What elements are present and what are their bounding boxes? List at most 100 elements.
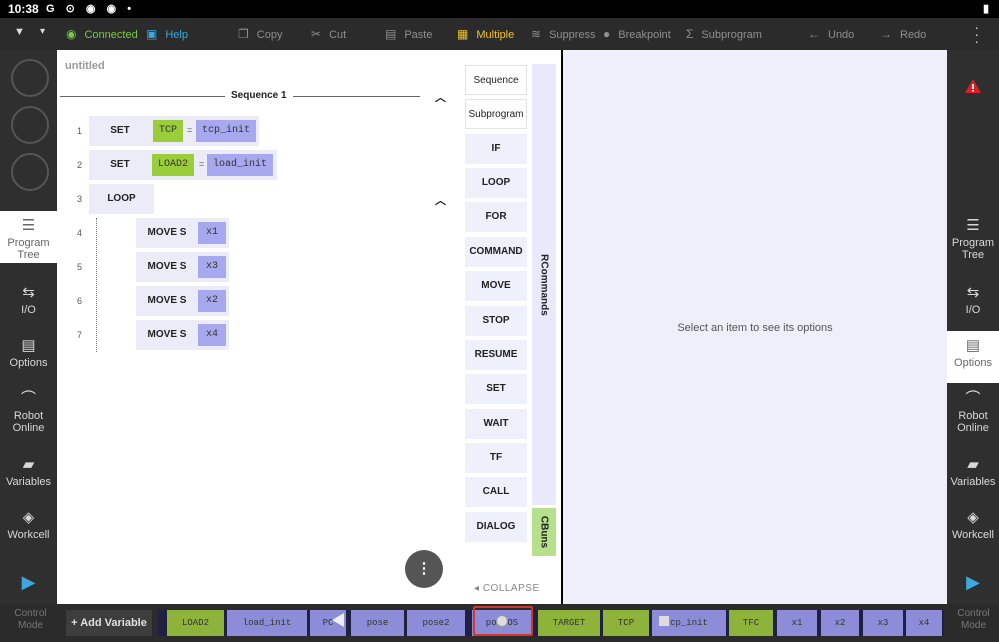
status-circle-2 <box>11 106 49 144</box>
move-s-label[interactable]: MOVE S <box>136 252 198 282</box>
variable-chip[interactable]: load_init <box>227 610 307 636</box>
waypoint-chip[interactable]: x4 <box>198 324 226 346</box>
caret-left-icon: ◂ <box>474 583 483 594</box>
robot-arm-icon: ⌒ <box>20 390 36 407</box>
variable-chip[interactable]: TFC <box>729 610 773 636</box>
palette-sequence-button[interactable]: Sequence <box>465 65 527 95</box>
connected-status[interactable]: ◉ Connected <box>66 27 138 41</box>
program-line-6[interactable]: 6 MOVE S x2 <box>57 286 237 316</box>
control-mode-left[interactable]: Control Mode <box>2 608 59 632</box>
nav-options[interactable]: ▤ Options <box>0 331 57 383</box>
waypoint-chip[interactable]: x1 <box>198 222 226 244</box>
variable-chip[interactable]: TCP <box>153 120 184 142</box>
value-chip[interactable]: load_init <box>207 154 274 176</box>
palette-loop-button[interactable]: LOOP <box>465 168 527 198</box>
waypoint-chip[interactable]: x3 <box>198 256 226 278</box>
warning-icon[interactable] <box>947 62 999 110</box>
nav-workcell-right[interactable]: ◈ Workcell <box>947 503 999 555</box>
shield-icon: ◈ <box>967 509 979 526</box>
cut-button[interactable]: ✂ Cut <box>311 27 346 41</box>
variable-chip[interactable]: pose <box>351 610 404 636</box>
waypoint-chip[interactable]: x2 <box>198 290 226 312</box>
palette-set-button[interactable]: SET <box>465 374 527 404</box>
variable-chip[interactable]: TCP <box>603 610 649 636</box>
status-circle-3 <box>11 153 49 191</box>
program-line-2[interactable]: 2 SET LOAD2 = load_init <box>57 150 297 180</box>
program-line-1[interactable]: 1 SET TCP = tcp_init <box>57 116 297 146</box>
nav-options-right[interactable]: ▤ Options <box>947 331 999 383</box>
add-variable-button[interactable]: + Add Variable <box>66 610 152 636</box>
nav-robot-online-right[interactable]: ⌒ Robot Online <box>947 384 999 436</box>
move-s-label[interactable]: MOVE S <box>136 286 198 316</box>
sequence-label[interactable]: Sequence 1 <box>225 90 293 101</box>
download-icon: ▾ <box>40 26 46 37</box>
variable-chip[interactable]: x4 <box>906 610 942 636</box>
move-s-label[interactable]: MOVE S <box>136 320 198 350</box>
nav-robot-online[interactable]: ⌒ Robot Online <box>0 384 57 436</box>
suppress-icon: ≋ <box>531 27 542 41</box>
palette-dialog-button[interactable]: DIALOG <box>465 512 527 542</box>
variable-chip[interactable]: TARGET <box>538 610 600 636</box>
nav-io[interactable]: ⇆ I/O <box>0 278 57 330</box>
chevron-up-icon[interactable]: ︿ <box>435 192 446 208</box>
nav-workcell[interactable]: ◈ Workcell <box>0 503 57 555</box>
multiple-button[interactable]: ▦ Multiple <box>457 27 514 41</box>
variable-chip[interactable]: LOAD2 <box>152 154 195 176</box>
palette-command-button[interactable]: COMMAND <box>465 237 527 267</box>
variable-chip[interactable]: pose2 <box>407 610 465 636</box>
loop-block[interactable]: LOOP <box>89 184 154 214</box>
undo-button[interactable]: ← Undo <box>808 27 854 41</box>
control-mode-right[interactable]: Control Mode <box>945 608 999 632</box>
nav-variables-right[interactable]: ▰ Variables <box>947 450 999 502</box>
palette-subprogram-button[interactable]: Subprogram <box>465 99 527 129</box>
palette-for-button[interactable]: FOR <box>465 202 527 232</box>
play-icon-right[interactable]: ▶ <box>947 560 999 604</box>
variable-chip[interactable]: x2 <box>821 610 859 636</box>
palette-call-button[interactable]: CALL <box>465 477 527 507</box>
variable-chip[interactable]: LOAD2 <box>167 610 224 636</box>
program-line-7[interactable]: 7 MOVE S x4 <box>57 320 237 350</box>
copy-button[interactable]: ❐ Copy <box>238 27 282 41</box>
palette-resume-button[interactable]: RESUME <box>465 340 527 370</box>
variable-chip-track[interactable]: LOAD2 load_init PC pose pose2 pos OS TAR… <box>158 610 944 636</box>
variable-chip[interactable]: x1 <box>777 610 817 636</box>
set-block[interactable]: SET <box>89 116 151 146</box>
set-block[interactable]: SET <box>89 150 151 180</box>
program-line-4[interactable]: 4 MOVE S x1 <box>57 218 237 248</box>
suppress-button[interactable]: ≋ Suppress <box>531 27 596 41</box>
wifi-icon: ▼ <box>14 26 25 38</box>
rcommands-tab[interactable]: RCommands <box>532 64 556 505</box>
cbuns-tab[interactable]: CBuns <box>532 508 556 556</box>
breakpoint-button[interactable]: ● Breakpoint <box>603 27 671 41</box>
paste-button[interactable]: ▤ Paste <box>385 27 432 41</box>
collapse-button[interactable]: ◂ COLLAPSE <box>474 583 540 594</box>
chevron-up-icon[interactable]: ︿ <box>435 89 446 105</box>
palette-wait-button[interactable]: WAIT <box>465 409 527 439</box>
briefcase-icon: ▰ <box>967 456 979 473</box>
help-button[interactable]: ▣ Help <box>146 27 188 41</box>
palette-if-button[interactable]: IF <box>465 134 527 164</box>
palette-move-button[interactable]: MOVE <box>465 271 527 301</box>
multiple-icon: ▦ <box>457 27 469 41</box>
palette-tf-button[interactable]: TF <box>465 443 527 473</box>
variable-chip[interactable]: x3 <box>863 610 903 636</box>
nav-program-tree[interactable]: ☰ Program Tree <box>0 211 57 263</box>
redo-button[interactable]: → Redo <box>880 27 926 41</box>
status-icons: G ⊙ ◉ ◉ • <box>46 3 136 15</box>
nav-variables[interactable]: ▰ Variables <box>0 450 57 502</box>
options-hint: Select an item to see its options <box>677 322 833 334</box>
help-icon: ▣ <box>146 27 158 41</box>
subprogram-button[interactable]: Σ Subprogram <box>686 27 762 41</box>
nav-io-right[interactable]: ⇆ I/O <box>947 278 999 330</box>
more-options-fab-icon[interactable]: ⋮ <box>405 550 443 588</box>
toolbar: ▼ ▾ ◉ Connected ▣ Help ❐ Copy ✂ Cut ▤ Paste ▦… <box>0 18 999 50</box>
nav-program-tree-right[interactable]: ☰ Program Tree <box>947 211 999 263</box>
connected-icon: ◉ <box>66 27 77 41</box>
value-chip[interactable]: tcp_init <box>196 120 257 142</box>
overflow-menu-icon[interactable]: · · · <box>974 20 979 48</box>
play-icon[interactable]: ▶ <box>0 560 57 604</box>
palette-stop-button[interactable]: STOP <box>465 306 527 336</box>
program-line-5[interactable]: 5 MOVE S x3 <box>57 252 237 282</box>
move-s-label[interactable]: MOVE S <box>136 218 198 248</box>
program-line-3[interactable]: 3 LOOP ︿ <box>57 184 457 214</box>
